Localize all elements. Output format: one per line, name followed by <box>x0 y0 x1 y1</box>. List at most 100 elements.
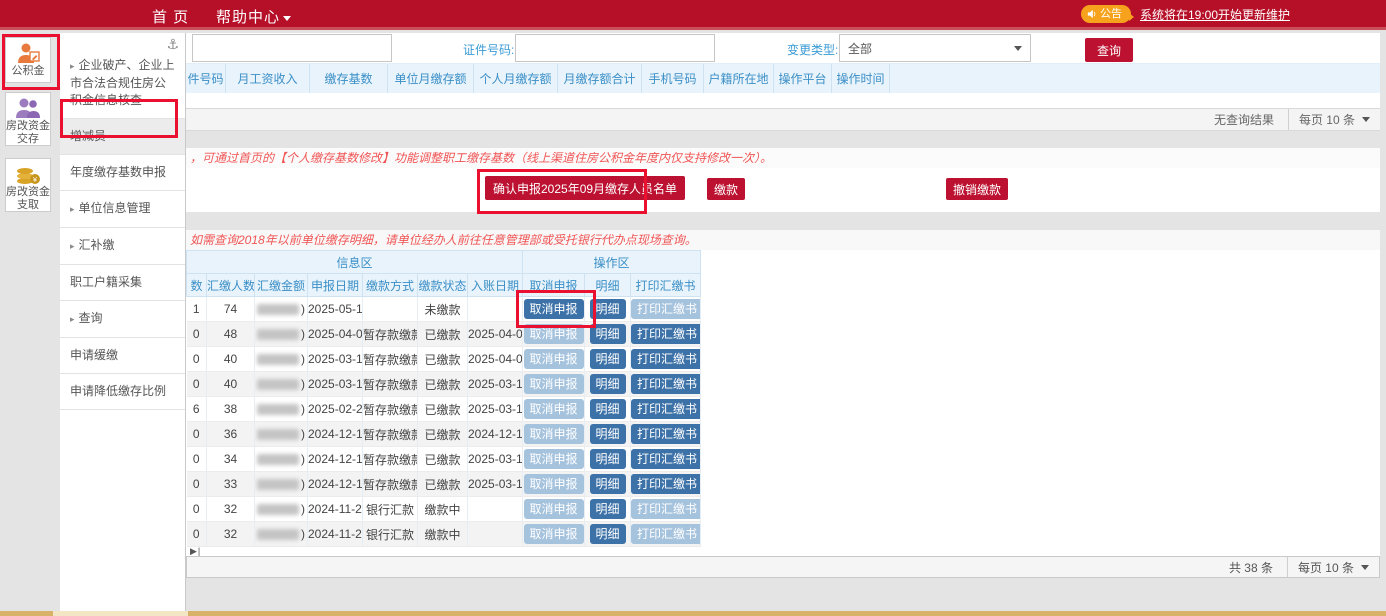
print-button[interactable]: 打印汇缴书 <box>631 324 701 344</box>
nav-home[interactable]: 首 页 <box>152 6 189 27</box>
cancel-declare-button[interactable]: 取消申报 <box>524 299 584 319</box>
confirm-declare-button[interactable]: 确认申报2025年09月缴存人员名单 <box>485 176 685 200</box>
sidebar-item-fanggai-jiaocun[interactable]: 房改资金交存 <box>5 92 51 146</box>
change-type-value: 全部 <box>848 40 872 57</box>
pagination-bar: 共 38 条 每页 10 条 <box>186 556 1380 578</box>
print-button[interactable]: 打印汇缴书 <box>631 449 701 469</box>
print-button[interactable]: 打印汇缴书 <box>631 399 701 419</box>
search-button[interactable]: 查询 <box>1085 38 1133 62</box>
menu-item-niandujiaocunjishu[interactable]: 年度缴存基数申报 <box>60 155 185 191</box>
menu-item-shenqinghuanjiao[interactable]: 申请缓缴 <box>60 338 185 374</box>
cert-number-input[interactable] <box>515 34 715 62</box>
cell <box>468 297 523 322</box>
side-menu: ⚓ ▸企业破产、企业上市合法合规住房公积金信息核查 增减员 年度缴存基数申报 ▸… <box>60 33 186 611</box>
detail-button[interactable]: 明细 <box>590 424 626 444</box>
table-row: 034 ) 2024-12-13暂存款缴款 已缴款2025-03-14 取消申报… <box>187 447 701 472</box>
cancel-pay-button[interactable]: 撤销缴款 <box>946 178 1008 200</box>
detail-button[interactable]: 明细 <box>590 349 626 369</box>
print-button[interactable]: 打印汇缴书 <box>631 374 701 394</box>
table-row: 032 ) 2024-11-21银行汇款 缴款中 取消申报 明细 打印汇缴书 <box>187 522 701 547</box>
column-header: 数 <box>187 274 207 297</box>
column-header: 打印汇缴书 <box>631 274 701 297</box>
detail-button[interactable]: 明细 <box>590 324 626 344</box>
redacted-amount <box>257 354 299 365</box>
cancel-declare-button: 取消申报 <box>524 324 584 344</box>
per-page-select[interactable]: 每页 10 条 <box>1287 557 1379 577</box>
column-header: 手机号码 <box>642 64 704 94</box>
column-header: 件号码 <box>186 64 226 94</box>
menu-item-zengjianyuan[interactable]: 增减员 <box>60 119 185 155</box>
cancel-declare-button: 取消申报 <box>524 424 584 444</box>
expand-arrow-icon: ▸ <box>70 61 75 71</box>
expand-arrow-icon: ▸ <box>70 314 75 324</box>
print-button[interactable]: 打印汇缴书 <box>631 349 701 369</box>
cancel-declare-button: 取消申报 <box>524 474 584 494</box>
cert-number-label: 证件号码: <box>463 41 514 58</box>
anchor-icon[interactable]: ⚓ <box>166 36 179 53</box>
cell: 74 <box>207 297 255 322</box>
cancel-declare-button: 取消申报 <box>524 449 584 469</box>
announcement-badge: 公告 <box>1081 5 1131 23</box>
redacted-amount <box>257 504 299 515</box>
per-page-select[interactable]: 每页 10 条 <box>1288 109 1380 130</box>
column-header: 月缴存额合计 <box>558 64 642 94</box>
cancel-declare-button: 取消申报 <box>524 349 584 369</box>
upper-table-header: 件号码 月工资收入 缴存基数 单位月缴存额 个人月缴存额 月缴存额合计 手机号码… <box>186 63 1380 93</box>
menu-item-huibujiao[interactable]: ▸汇补缴 <box>60 228 185 265</box>
bottom-border-line <box>0 611 1386 616</box>
people-icon <box>15 97 41 119</box>
print-button: 打印汇缴书 <box>631 299 701 319</box>
remittance-table-region: 信息区 操作区 数 汇缴人数 汇缴金额 申报日期 缴款方式 缴款状态 入账日期 … <box>186 250 1380 556</box>
detail-button[interactable]: 明细 <box>590 399 626 419</box>
per-page-value: 每页 10 条 <box>1299 111 1355 128</box>
menu-item-qiyepochan[interactable]: ▸企业破产、企业上市合法合规住房公积金信息核查 <box>60 48 185 119</box>
notice-adjust-base: ，可通过首页的【个人缴存基数修改】功能调整职工缴存基数（线上渠道住房公积金年度内… <box>186 148 1380 168</box>
group-header-ops: 操作区 <box>523 251 701 274</box>
detail-button[interactable]: 明细 <box>590 524 626 544</box>
column-header: 入账日期 <box>468 274 523 297</box>
cancel-declare-button: 取消申报 <box>524 524 584 544</box>
maintenance-notice-link[interactable]: 系统将在19:00开始更新维护 <box>1140 6 1290 23</box>
action-button-row: 确认申报2025年09月缴存人员名单 缴款 撤销缴款 <box>186 168 1380 212</box>
group-header-info: 信息区 <box>187 251 523 274</box>
detail-button[interactable]: 明细 <box>590 499 626 519</box>
menu-item-danweixinxi[interactable]: ▸单位信息管理 <box>60 191 185 228</box>
per-page-value: 每页 10 条 <box>1298 559 1354 576</box>
print-button: 打印汇缴书 <box>631 524 701 544</box>
group-header-row: 信息区 操作区 <box>187 251 701 274</box>
sidebar-item-gongjijin[interactable]: 公积金 <box>5 37 51 83</box>
column-header: 操作时间 <box>832 64 890 94</box>
pay-button[interactable]: 缴款 <box>707 178 745 200</box>
detail-button[interactable]: 明细 <box>590 299 626 319</box>
column-header: 单位月缴存额 <box>388 64 474 94</box>
cell <box>363 297 418 322</box>
query-input-1[interactable] <box>192 34 392 62</box>
column-header: 户籍所在地 <box>704 64 774 94</box>
redacted-amount <box>257 454 299 465</box>
change-type-select[interactable]: 全部 <box>839 34 1031 62</box>
column-header: 取消申报 <box>523 274 585 297</box>
table-row: 040 ) 2025-03-14暂存款缴款 已缴款2025-04-09 取消申报… <box>187 347 701 372</box>
print-button[interactable]: 打印汇缴书 <box>631 474 701 494</box>
table-row: 036 ) 2024-12-18暂存款缴款 已缴款2024-12-18 取消申报… <box>187 422 701 447</box>
column-header-row: 数 汇缴人数 汇缴金额 申报日期 缴款方式 缴款状态 入账日期 取消申报 明细 … <box>187 274 701 297</box>
change-type-label: 变更类型: <box>787 41 838 58</box>
announcement-area: 公告 系统将在19:00开始更新维护 <box>1081 5 1290 23</box>
svg-text:¥: ¥ <box>33 177 37 184</box>
table-row: 1 74 ) 2025-05-13 未缴款 取消申报 明细 打印汇缴书 <box>187 297 701 322</box>
coins-icon: ¥ <box>15 163 41 185</box>
detail-button[interactable]: 明细 <box>590 449 626 469</box>
menu-item-jiangdibili[interactable]: 申请降低缴存比例 <box>60 374 185 410</box>
nav-help-center[interactable]: 帮助中心 <box>216 6 291 27</box>
detail-button[interactable]: 明细 <box>590 474 626 494</box>
notice-history-query: 如需查询2018年以前单位缴存明细，请单位经办人前往任意管理部或受托银行代办点现… <box>186 230 1380 250</box>
cell: 1 <box>187 297 207 322</box>
nav-help-label: 帮助中心 <box>216 9 280 26</box>
column-header: 汇缴人数 <box>207 274 255 297</box>
table-row: 040 ) 2025-03-14暂存款缴款 已缴款2025-03-14 取消申报… <box>187 372 701 397</box>
sidebar-item-fanggai-zhiqu[interactable]: ¥ 房改资金支取 <box>5 158 51 212</box>
detail-button[interactable]: 明细 <box>590 374 626 394</box>
print-button[interactable]: 打印汇缴书 <box>631 424 701 444</box>
menu-item-chaxun[interactable]: ▸查询 <box>60 301 185 338</box>
menu-item-zhigonghuji[interactable]: 职工户籍采集 <box>60 265 185 301</box>
